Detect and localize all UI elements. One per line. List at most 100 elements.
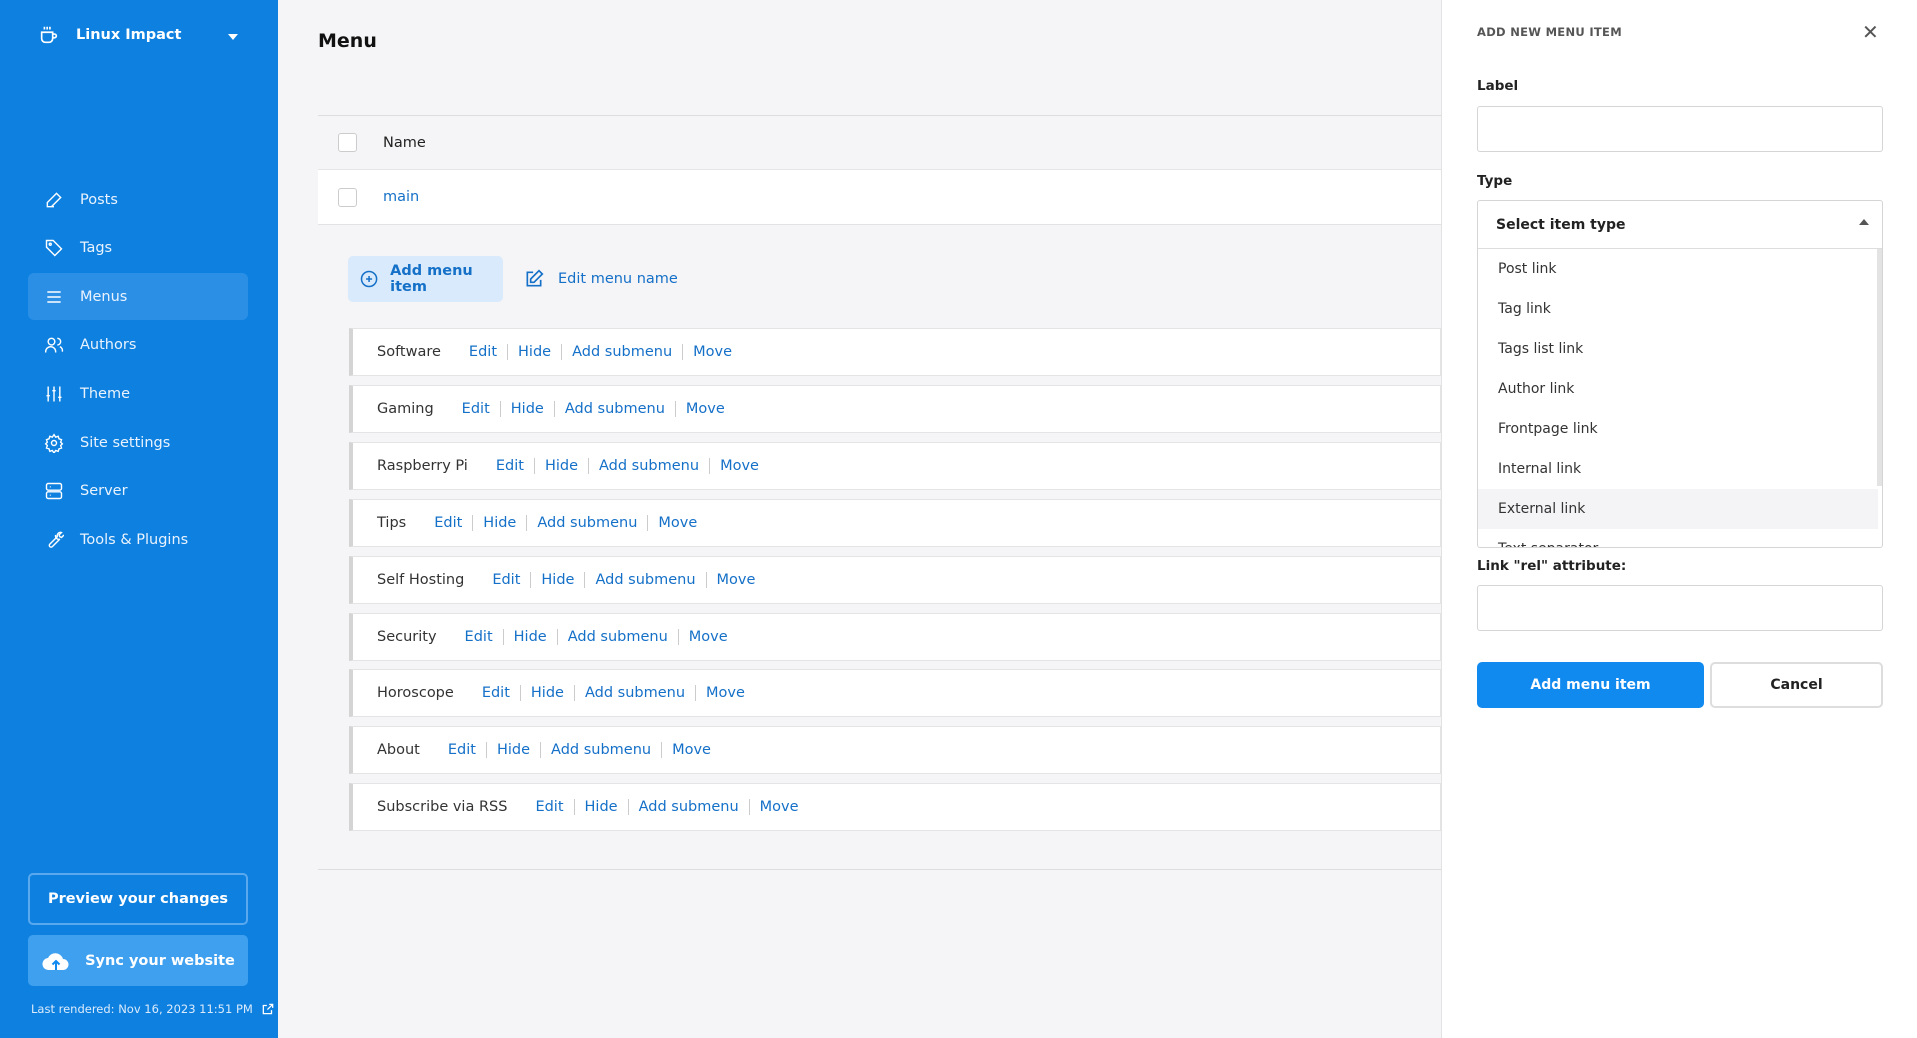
move-link[interactable]: Move [689, 629, 728, 645]
rel-label: Link "rel" attribute: [1477, 558, 1627, 574]
separator [556, 628, 558, 645]
separator [705, 571, 707, 588]
menu-name-link[interactable]: main [383, 189, 419, 205]
close-icon[interactable]: ✕ [1862, 20, 1879, 44]
move-link[interactable]: Move [658, 515, 697, 531]
sidebar-item-posts[interactable]: Posts [28, 176, 248, 223]
edit-icon [526, 269, 544, 287]
coffee-cup-icon [40, 26, 58, 44]
plus-circle-icon [360, 270, 378, 288]
separator [588, 457, 589, 474]
move-link[interactable]: Move [686, 401, 725, 417]
menu-item-row: Software Edit Hide Add submenu Move [349, 328, 1441, 376]
add-submenu-link[interactable]: Add submenu [585, 685, 685, 701]
separator [682, 344, 684, 360]
label-input[interactable] [1477, 106, 1883, 152]
edit-link[interactable]: Edit [462, 401, 490, 417]
add-submenu-link[interactable]: Add submenu [551, 742, 651, 758]
sidebar-item-menus[interactable]: Menus [28, 273, 248, 321]
submit-add-menu-item-button[interactable]: Add menu item [1477, 662, 1704, 708]
edit-link[interactable]: Edit [448, 742, 476, 758]
gear-icon [44, 432, 64, 453]
move-link[interactable]: Move [760, 799, 799, 815]
select-all-checkbox[interactable] [338, 133, 357, 152]
menu-item-row: Tips Edit Hide Add submenu Move [349, 498, 1441, 547]
sidebar-item-label: Posts [80, 191, 118, 208]
separator [677, 628, 679, 645]
move-link[interactable]: Move [717, 572, 756, 588]
separator [573, 799, 575, 816]
add-submenu-link[interactable]: Add submenu [599, 458, 699, 474]
type-select-trigger[interactable]: Select item type [1478, 201, 1882, 249]
type-option[interactable]: Author link [1478, 369, 1878, 409]
users-icon [44, 337, 64, 353]
type-option[interactable]: External link [1478, 489, 1878, 529]
separator [499, 400, 501, 417]
edit-link[interactable]: Edit [469, 344, 497, 360]
edit-link[interactable]: Edit [496, 458, 524, 474]
hide-link[interactable]: Hide [531, 685, 564, 701]
hide-link[interactable]: Hide [483, 515, 516, 531]
add-submenu-link[interactable]: Add submenu [537, 515, 637, 531]
add-menu-item-label: Add menu item [390, 263, 473, 295]
move-link[interactable]: Move [693, 344, 732, 360]
panel-title: ADD NEW MENU ITEM [1477, 25, 1622, 39]
edit-link[interactable]: Edit [492, 572, 520, 588]
type-option[interactable]: Frontpage link [1478, 409, 1878, 449]
add-submenu-link[interactable]: Add submenu [639, 799, 739, 815]
hide-link[interactable]: Hide [545, 458, 578, 474]
sidebar-item-site-settings[interactable]: Site settings [28, 419, 248, 466]
move-link[interactable]: Move [672, 742, 711, 758]
type-option[interactable]: Internal link [1478, 449, 1878, 489]
type-option[interactable]: Tags list link [1478, 329, 1878, 369]
separator [561, 344, 563, 360]
separator [584, 571, 586, 588]
move-link[interactable]: Move [720, 458, 759, 474]
type-select[interactable]: Select item type Post link Tag link Tags l… [1477, 200, 1883, 548]
add-submenu-link[interactable]: Add submenu [595, 572, 695, 588]
row-checkbox[interactable] [338, 187, 357, 207]
type-option[interactable]: Tag link [1478, 289, 1878, 329]
hide-link[interactable]: Hide [511, 401, 544, 417]
sidebar-item-label: Site settings [80, 434, 171, 451]
separator [573, 685, 575, 702]
hide-link[interactable]: Hide [541, 572, 574, 588]
sidebar-item-tools-plugins[interactable]: Tools & Plugins [28, 516, 248, 563]
type-option[interactable]: Post link [1478, 249, 1878, 289]
hide-link[interactable]: Hide [514, 629, 547, 645]
scrollbar[interactable] [1877, 249, 1882, 486]
menu-item-name: Security [377, 628, 437, 645]
preview-changes-button[interactable]: Preview your changes [28, 873, 248, 925]
sidebar-item-authors[interactable]: Authors [28, 322, 248, 369]
menu-item-row: Security Edit Hide Add submenu Move [349, 612, 1441, 661]
add-submenu-link[interactable]: Add submenu [572, 344, 672, 360]
menu-icon [47, 290, 61, 303]
hide-link[interactable]: Hide [585, 799, 618, 815]
edit-link[interactable]: Edit [434, 515, 462, 531]
separator [674, 400, 676, 417]
external-link-icon[interactable] [261, 1002, 275, 1016]
separator [519, 685, 521, 702]
add-menu-item-button[interactable]: Add menu item [348, 256, 503, 302]
edit-link[interactable]: Edit [465, 629, 493, 645]
sync-website-button[interactable]: Sync your website [28, 935, 248, 986]
menu-item-row: Gaming Edit Hide Add submenu Move [349, 384, 1441, 433]
site-switcher[interactable]: Linux Impact [38, 24, 238, 46]
wrench-icon [48, 531, 64, 548]
sidebar-item-server[interactable]: Server [28, 468, 248, 515]
hide-link[interactable]: Hide [518, 344, 551, 360]
add-submenu-link[interactable]: Add submenu [568, 629, 668, 645]
rel-input[interactable] [1477, 585, 1883, 631]
sidebar-item-theme[interactable]: Theme [28, 370, 248, 417]
add-submenu-link[interactable]: Add submenu [565, 401, 665, 417]
separator [661, 742, 663, 759]
move-link[interactable]: Move [706, 685, 745, 701]
edit-link[interactable]: Edit [482, 685, 510, 701]
cancel-button[interactable]: Cancel [1710, 662, 1883, 708]
edit-link[interactable]: Edit [535, 799, 563, 815]
chevron-down-icon[interactable] [228, 34, 238, 40]
edit-menu-name-button[interactable]: Edit menu name [524, 256, 678, 302]
sidebar-item-tags[interactable]: Tags [28, 225, 248, 272]
type-option[interactable]: Text separator [1478, 529, 1878, 547]
hide-link[interactable]: Hide [497, 742, 530, 758]
